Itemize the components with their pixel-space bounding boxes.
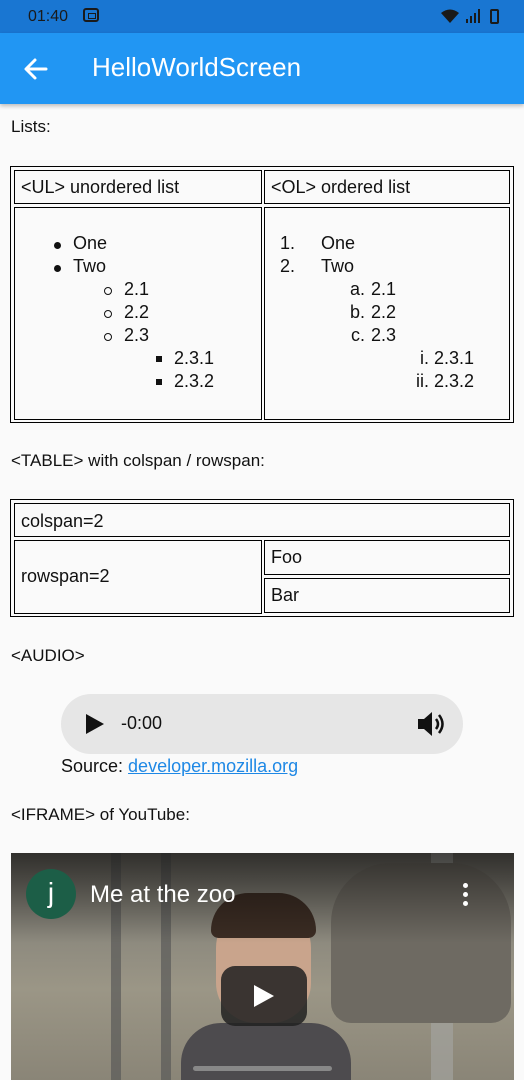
ul-item: One bbox=[73, 233, 108, 253]
ol-cell: 1. One 2. Two a. 2.1 b. 2.2 c. 2.3 i. 2.… bbox=[264, 207, 510, 420]
video-top-shade bbox=[11, 853, 514, 943]
ol-marker: 2. bbox=[279, 256, 295, 276]
bar-text: Bar bbox=[271, 585, 300, 605]
span-table: colspan=2 rowspan=2 Foo Bar bbox=[10, 499, 514, 617]
app-bar: HelloWorldScreen bbox=[0, 33, 524, 104]
list-bullet bbox=[156, 379, 162, 385]
rowspan-text: rowspan=2 bbox=[21, 566, 110, 586]
list-bullet bbox=[104, 333, 112, 341]
ol-marker: a. bbox=[349, 279, 365, 299]
wifi-icon bbox=[440, 8, 460, 27]
ol-header: <OL> ordered list bbox=[271, 177, 411, 197]
ul-item: 2.3.2 bbox=[174, 371, 215, 391]
ul-item: 2.1 bbox=[124, 279, 150, 299]
colspan-cell: colspan=2 bbox=[14, 503, 510, 537]
ol-marker: b. bbox=[349, 302, 365, 322]
page-title: HelloWorldScreen bbox=[92, 52, 302, 82]
ol-marker: 1. bbox=[279, 233, 295, 253]
audio-heading: <AUDIO> bbox=[11, 646, 85, 665]
more-vert-icon[interactable] bbox=[463, 883, 469, 907]
ul-item: 2.3.1 bbox=[174, 348, 215, 368]
volume-icon[interactable] bbox=[416, 709, 448, 739]
channel-avatar[interactable]: j bbox=[26, 869, 76, 919]
ol-marker: i. bbox=[420, 348, 429, 368]
lists-heading: Lists: bbox=[11, 117, 51, 136]
source-link[interactable]: developer.mozilla.org bbox=[128, 756, 298, 776]
video-person-shirt bbox=[181, 1023, 351, 1080]
screenshot-icon bbox=[83, 8, 99, 22]
ul-item: 2.3 bbox=[124, 325, 150, 345]
bar-cell: Bar bbox=[264, 578, 510, 613]
gesture-nav-bar[interactable] bbox=[193, 1066, 332, 1071]
ol-marker: c. bbox=[350, 325, 365, 345]
audio-time: -0:00 bbox=[121, 713, 163, 733]
ol-item: 2.3.2 bbox=[434, 371, 475, 391]
table-heading: <TABLE> with colspan / rowspan: bbox=[11, 451, 265, 470]
ul-item: 2.2 bbox=[124, 302, 150, 322]
ol-header-cell: <OL> ordered list bbox=[264, 170, 510, 204]
play-icon[interactable] bbox=[86, 714, 104, 734]
source-label: Source: bbox=[61, 756, 129, 776]
ol-item: Two bbox=[321, 256, 355, 276]
back-arrow-icon[interactable] bbox=[22, 55, 50, 83]
signal-icon bbox=[466, 9, 482, 23]
audio-player: -0:00 bbox=[61, 694, 463, 754]
iframe-heading: <IFRAME> of YouTube: bbox=[11, 805, 190, 824]
rowspan-cell: rowspan=2 bbox=[14, 540, 262, 614]
video-title[interactable]: Me at the zoo bbox=[90, 881, 235, 909]
ul-cell: One Two 2.1 2.2 2.3 2.3.1 2.3.2 bbox=[14, 207, 262, 420]
ol-item: 2.2 bbox=[371, 302, 397, 322]
ul-header-cell: <UL> unordered list bbox=[14, 170, 262, 204]
list-bullet bbox=[156, 356, 162, 362]
battery-icon bbox=[490, 9, 499, 24]
list-bullet bbox=[54, 242, 61, 249]
main-content: Lists: <UL> unordered list <OL> ordered … bbox=[0, 104, 524, 1080]
foo-text: Foo bbox=[271, 547, 303, 567]
video-play-button[interactable] bbox=[221, 966, 307, 1026]
audio-source: Source: developer.mozilla.org bbox=[61, 756, 298, 777]
ul-header: <UL> unordered list bbox=[21, 177, 180, 197]
status-bar: 01:40 bbox=[0, 0, 524, 33]
youtube-embed[interactable]: j Me at the zoo bbox=[11, 853, 514, 1080]
ol-item: One bbox=[321, 233, 356, 253]
ol-item: 2.3 bbox=[371, 325, 397, 345]
colspan-text: colspan=2 bbox=[21, 511, 104, 531]
list-bullet bbox=[104, 310, 112, 318]
ul-item: Two bbox=[73, 256, 107, 276]
list-bullet bbox=[54, 265, 61, 272]
ol-marker: ii. bbox=[416, 371, 429, 391]
list-bullet bbox=[104, 287, 112, 295]
lists-table: <UL> unordered list <OL> ordered list On… bbox=[10, 166, 514, 423]
foo-cell: Foo bbox=[264, 540, 510, 575]
ol-item: 2.3.1 bbox=[434, 348, 475, 368]
ol-item: 2.1 bbox=[371, 279, 397, 299]
status-time: 01:40 bbox=[28, 8, 69, 25]
